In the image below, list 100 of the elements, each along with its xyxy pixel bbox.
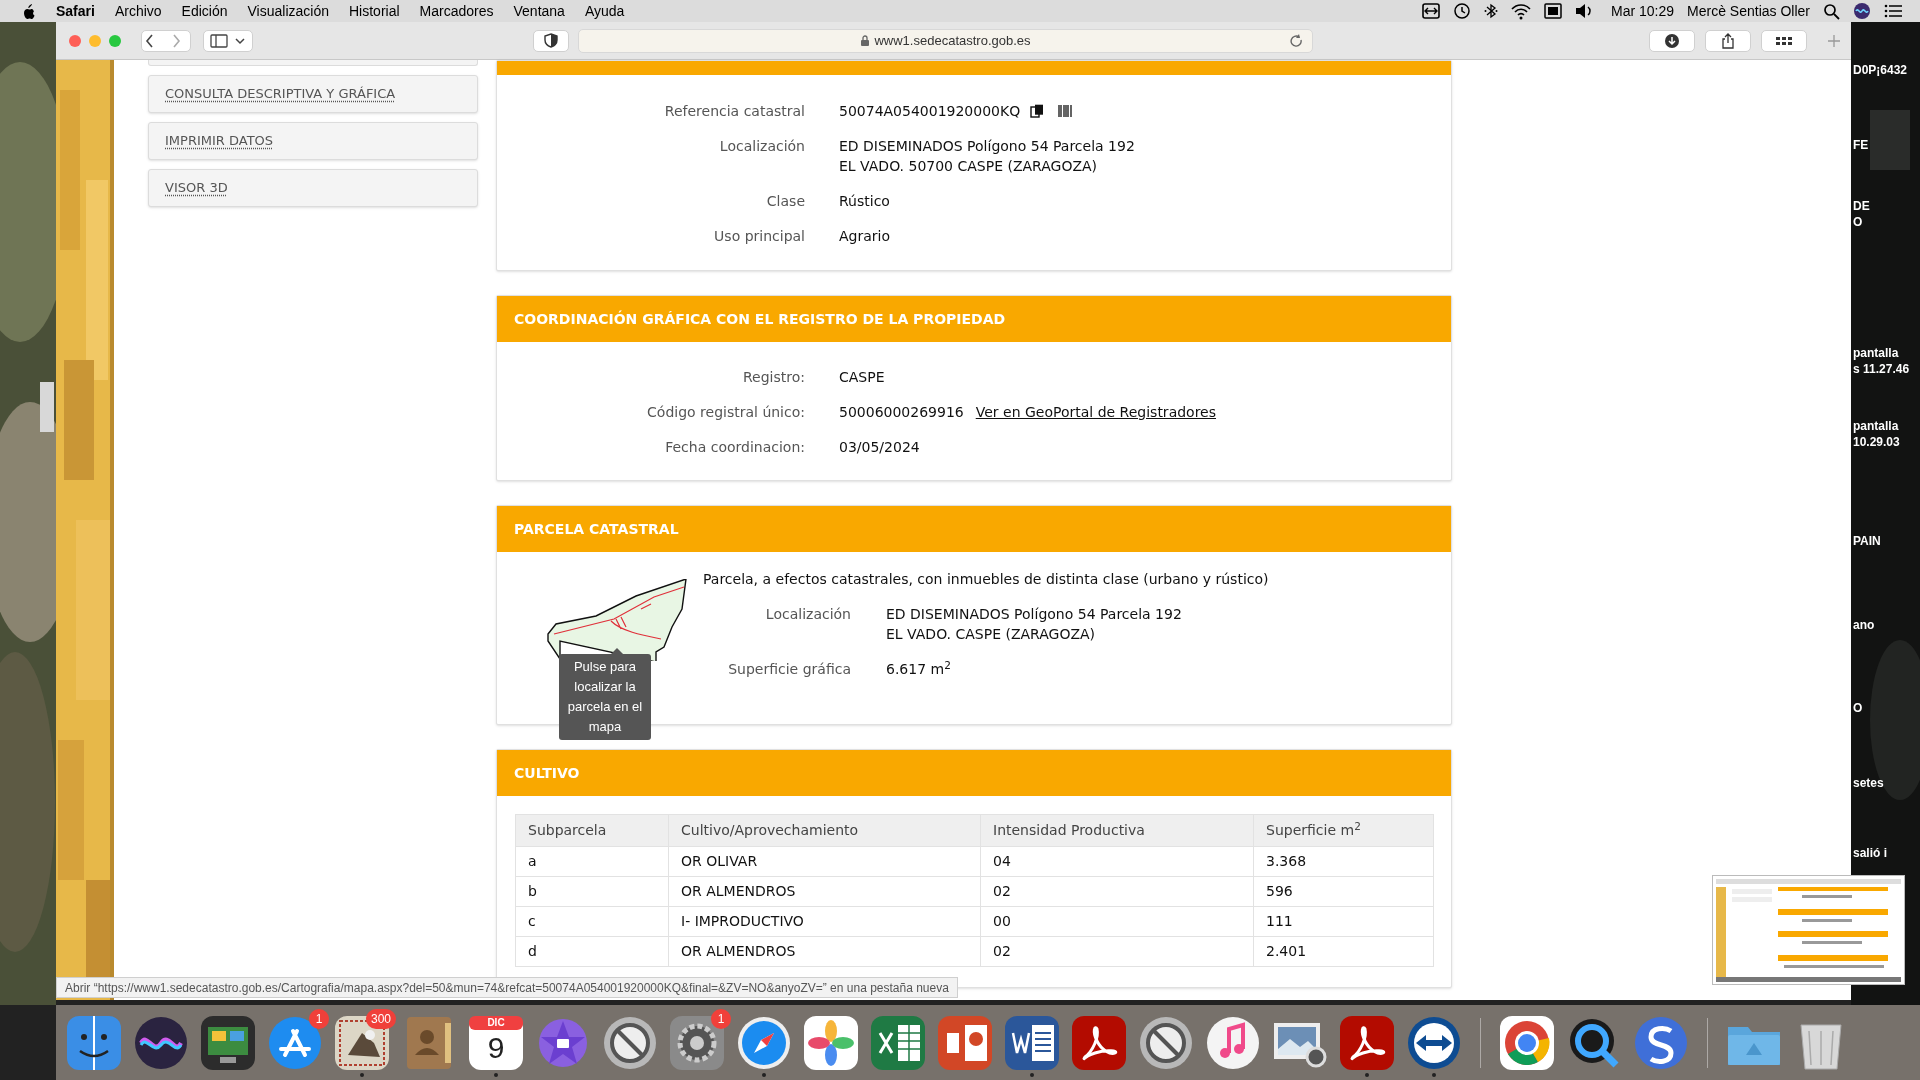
- search-icon[interactable]: [1823, 2, 1840, 20]
- menu-item[interactable]: Marcadores: [419, 0, 494, 22]
- smiling-face-icon[interactable]: [66, 1015, 122, 1071]
- keyboard-icon[interactable]: [1544, 3, 1562, 19]
- app-menu[interactable]: Safari: [56, 0, 95, 22]
- table-cell: 3.368: [1253, 846, 1434, 877]
- desktop-file-label[interactable]: DE O: [1853, 198, 1870, 230]
- share-icon[interactable]: [1721, 32, 1735, 49]
- pdf-icon[interactable]: [1339, 1015, 1395, 1071]
- tooltip: Pulse para localizar la parcela en el mapa: [559, 654, 651, 740]
- downloads-button[interactable]: [1649, 29, 1695, 52]
- tab-overview-button[interactable]: [1761, 29, 1807, 52]
- orb-icon[interactable]: [1853, 2, 1871, 20]
- clock-history-icon[interactable]: [1453, 2, 1471, 20]
- gear-icon[interactable]: [669, 1015, 725, 1071]
- desktop-file-label[interactable]: D0P¡6432: [1853, 62, 1908, 78]
- pdf-icon[interactable]: [1071, 1015, 1127, 1071]
- field-label: Registro:: [742, 368, 805, 387]
- swirl-icon[interactable]: [1633, 1015, 1689, 1071]
- document-icon[interactable]: [1004, 1015, 1060, 1071]
- table-cell: d: [515, 936, 669, 967]
- table-cell: 02: [980, 936, 1254, 967]
- desktop-file-label[interactable]: PAIN: [1853, 533, 1881, 549]
- table-cell: OR ALMENDROS: [668, 876, 981, 907]
- field-label: Clase: [765, 192, 805, 211]
- field-value: EL VADO. CASPE (ZARAGOZA): [886, 625, 1096, 644]
- field-label: Superficie gráfica: [727, 660, 851, 679]
- sidebar-link[interactable]: IMPRIMIR DATOS: [165, 131, 274, 151]
- menu-item[interactable]: Archivo: [114, 0, 162, 22]
- sidebar-toggle-button[interactable]: [203, 29, 253, 52]
- desktop-file-label[interactable]: setes: [1853, 775, 1884, 791]
- pencils-icon[interactable]: [267, 1015, 323, 1071]
- orb-icon[interactable]: [133, 1015, 189, 1071]
- reload-icon[interactable]: [1290, 33, 1304, 48]
- volume-icon[interactable]: [1575, 2, 1592, 20]
- wifi-icon[interactable]: [1511, 2, 1531, 20]
- browser-icon[interactable]: [1499, 1015, 1555, 1071]
- table-cell: 2.401: [1253, 936, 1434, 967]
- status-link-text: Abrir “https://www1.sedecatastro.gob.es/Cartografia/mapa.aspx?del=50&mun=74&refcat=50074A054001920000KQ&final=&ZV=NO&anyoZV=” en una pestaña nueva: [56, 977, 958, 998]
- desktop-file-label[interactable]: FE: [1853, 137, 1869, 153]
- table-cell: OR ALMENDROS: [668, 936, 981, 967]
- prohibited-icon[interactable]: [1138, 1015, 1194, 1071]
- section-title: CULTIVO: [514, 763, 580, 783]
- remote-control-icon[interactable]: [1422, 3, 1440, 19]
- geoportal-link[interactable]: Ver en GeoPortal de Registradores: [975, 402, 1216, 422]
- desktop-file-label[interactable]: O: [1853, 700, 1863, 716]
- menu-item[interactable]: Visualización: [247, 0, 329, 22]
- section-title: PARCELA CATASTRAL: [514, 519, 679, 539]
- menu-item[interactable]: Ayuda: [584, 0, 625, 22]
- desktop-file-label[interactable]: salió i: [1853, 845, 1887, 861]
- copy-icon[interactable]: [1030, 104, 1045, 118]
- flower-icon[interactable]: [803, 1015, 859, 1071]
- grid-icon[interactable]: [1776, 36, 1792, 45]
- notification-badge: 1: [309, 1009, 329, 1029]
- table-cell: 04: [980, 846, 1254, 877]
- shield-icon[interactable]: [544, 33, 558, 48]
- barcode-icon[interactable]: [1058, 104, 1073, 118]
- menu-item[interactable]: Ventana: [513, 0, 565, 22]
- bluetooth-icon[interactable]: [1484, 2, 1498, 20]
- column-header: Superficie m$^{2}$: [1253, 814, 1434, 847]
- download-icon[interactable]: [1665, 33, 1679, 48]
- share-button[interactable]: [1705, 29, 1751, 52]
- table-cell: c: [515, 906, 669, 937]
- desktop-file-label[interactable]: ano: [1853, 617, 1875, 633]
- music-note-icon[interactable]: [1205, 1015, 1261, 1071]
- slides-icon[interactable]: [937, 1015, 993, 1071]
- stamp-icon[interactable]: [334, 1015, 390, 1071]
- table-cell: I- IMPRODUCTIVO: [668, 906, 981, 937]
- field-value: 6.617 m$^{2}$: [886, 659, 951, 679]
- table-cell: 596: [1253, 876, 1434, 907]
- spreadsheet-icon[interactable]: [870, 1015, 926, 1071]
- field-label: Localización: [718, 137, 805, 156]
- menu-item[interactable]: Historial: [349, 0, 400, 22]
- table-cell: a: [515, 846, 669, 877]
- prohibited-icon[interactable]: [602, 1015, 658, 1071]
- calendar-icon[interactable]: DIC 9: [468, 1015, 524, 1071]
- clock-text[interactable]: Mar 10:29: [1611, 0, 1675, 22]
- field-value: 50006000269916: [839, 403, 964, 422]
- sidebar-link[interactable]: VISOR 3D: [165, 178, 228, 198]
- table-cell: OR OLIVAR: [668, 846, 981, 877]
- address-field[interactable]: www1.sedecatastro.gob.es: [578, 28, 1313, 53]
- field-value: 50074A054001920000KQ: [839, 102, 1021, 121]
- field-value: EL VADO. 50700 CASPE (ZARAGOZA): [839, 157, 1098, 176]
- calendar-day: 9: [468, 1029, 524, 1067]
- desktop-file-label[interactable]: pantalla 10.29.03: [1853, 418, 1900, 450]
- field-label: Fecha coordinacion:: [664, 438, 805, 457]
- desktop-file-label[interactable]: pantalla s 11.27.46: [1853, 345, 1910, 377]
- sidebar-icon[interactable]: [210, 33, 228, 48]
- screens-icon[interactable]: [200, 1015, 256, 1071]
- field-value: CASPE: [839, 368, 885, 387]
- privacy-button[interactable]: [533, 29, 569, 52]
- column-header: Intensidad Productiva: [980, 814, 1254, 847]
- user-name[interactable]: Mercè Sentias Oller: [1687, 0, 1810, 22]
- field-label: Referencia catastral: [663, 102, 805, 121]
- compass-icon[interactable]: [736, 1015, 792, 1071]
- menu-item[interactable]: Edición: [181, 0, 228, 22]
- list-icon[interactable]: [1884, 3, 1902, 19]
- table-cell: 02: [980, 876, 1254, 907]
- table-cell: b: [515, 876, 669, 907]
- field-label: Localización: [764, 605, 851, 624]
